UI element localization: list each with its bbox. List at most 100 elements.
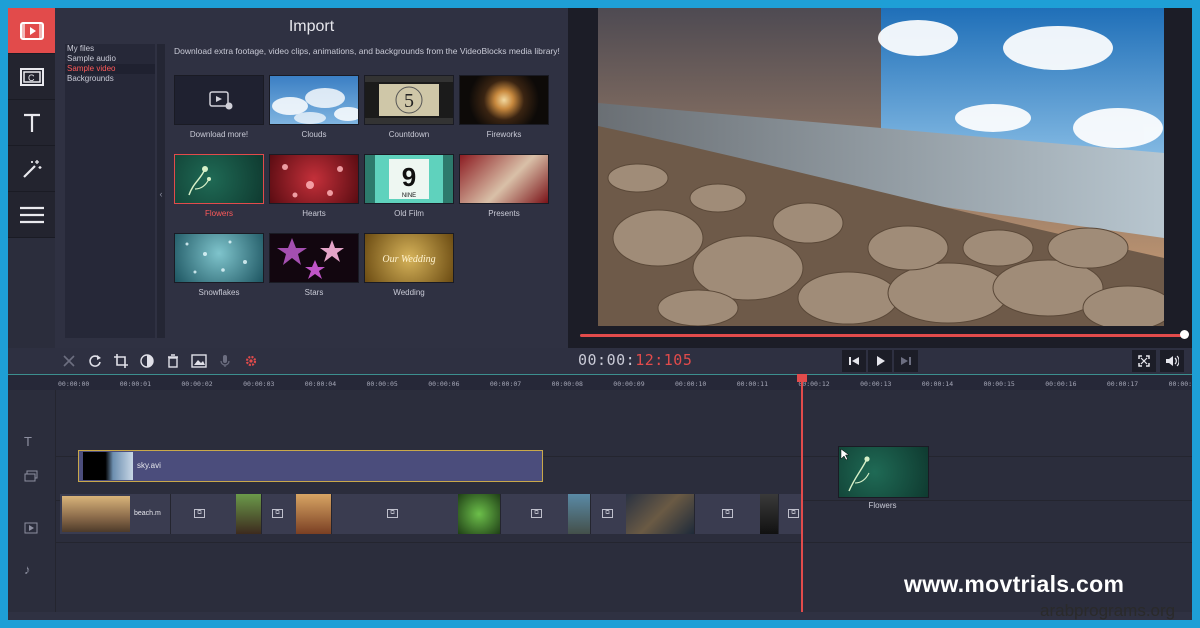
snowflakes-thumb — [174, 233, 264, 283]
rotate-icon[interactable] — [84, 351, 106, 371]
transition-icon[interactable]: ⧉ — [602, 509, 613, 518]
tile-old-film[interactable]: 9 NINE Old Film — [364, 154, 454, 218]
tile-wedding[interactable]: Our Wedding Wedding — [364, 233, 454, 297]
ruler-tick: 00:00:08 — [551, 380, 583, 388]
oldfilm-word: NINE — [402, 193, 416, 199]
video-clip[interactable] — [458, 494, 501, 534]
category-sample-audio[interactable]: Sample audio — [65, 54, 155, 64]
fullscreen-icon[interactable] — [1132, 350, 1156, 372]
overlay-clip[interactable]: sky.avi — [78, 450, 543, 482]
overlay-clip-thumb — [83, 452, 133, 480]
skip-back-icon[interactable] — [842, 350, 866, 372]
category-backgrounds[interactable]: Backgrounds — [65, 74, 155, 84]
cut-icon[interactable] — [58, 351, 80, 371]
color-adjust-icon[interactable] — [136, 351, 158, 371]
transition-icon[interactable]: ⧉ — [722, 509, 733, 518]
category-scrollbar[interactable]: ‹ — [157, 44, 165, 338]
play-icon[interactable] — [868, 350, 892, 372]
video-clip[interactable] — [296, 494, 332, 534]
transition-icon[interactable]: ⧉ — [194, 509, 205, 518]
tile-label: Hearts — [302, 209, 326, 218]
ruler-tick: 00:00:00 — [58, 380, 90, 388]
timecode-main: 00:00: — [578, 351, 636, 369]
app-window: C Import My files Sample audio Sample vi… — [8, 8, 1192, 620]
tile-hearts[interactable]: Hearts — [269, 154, 359, 218]
tile-label: Presents — [488, 209, 520, 218]
collapse-chevron-icon[interactable]: ‹ — [157, 184, 165, 204]
ruler-tick: 00:00:02 — [181, 380, 213, 388]
text-icon[interactable] — [8, 100, 55, 146]
wedding-script: Our Wedding — [382, 254, 435, 265]
dragged-flowers-clip[interactable] — [838, 446, 929, 498]
tile-label: Old Film — [394, 209, 424, 218]
menu-icon[interactable] — [8, 192, 55, 238]
category-sample-video[interactable]: Sample video — [65, 64, 155, 74]
main-video-track: beach.m ⧉ ⧉ ⧉ ⧉ ⧉ ⧉ ⧉ — [60, 494, 802, 534]
import-description: Download extra footage, video clips, ani… — [174, 46, 560, 56]
video-clip[interactable] — [236, 494, 262, 534]
ruler-tick: 00:00:04 — [304, 380, 337, 388]
countdown-thumb: 5 — [364, 75, 454, 125]
overlay-track-icon — [24, 470, 38, 485]
audio-icon[interactable] — [214, 351, 236, 371]
seek-knob[interactable] — [1180, 330, 1189, 339]
transition-icon[interactable]: ⧉ — [788, 509, 799, 518]
volume-icon[interactable] — [1160, 350, 1184, 372]
countdown-digit: 5 — [404, 90, 414, 112]
ruler-tick: 00:00:13 — [860, 380, 892, 388]
import-panel: Import My files Sample audio Sample vide… — [55, 8, 568, 348]
edit-buttons — [58, 351, 262, 371]
text-track-icon: T — [24, 434, 32, 449]
preview-panel — [568, 8, 1192, 348]
tile-flowers[interactable]: Flowers — [174, 154, 264, 218]
magic-wand-icon[interactable] — [8, 146, 55, 192]
tile-download-more[interactable]: Download more! — [174, 75, 264, 139]
tile-fireworks[interactable]: Fireworks — [459, 75, 549, 139]
settings-icon[interactable] — [240, 351, 262, 371]
tile-countdown[interactable]: 5 Countdown — [364, 75, 454, 139]
tile-label: Clouds — [301, 130, 327, 139]
track-divider — [55, 542, 1192, 543]
delete-icon[interactable] — [162, 351, 184, 371]
oldfilm-thumb: 9 NINE — [364, 154, 454, 204]
transition-icon[interactable]: ⧉ — [387, 509, 398, 518]
wedding-thumb: Our Wedding — [364, 233, 454, 283]
skip-forward-icon[interactable] — [894, 350, 918, 372]
tile-label: Wedding — [393, 288, 425, 297]
category-my-files[interactable]: My files — [65, 44, 155, 54]
ruler-tick: 00:00:18 — [1168, 380, 1192, 388]
preview-seekbar[interactable] — [580, 330, 1189, 339]
fireworks-thumb — [459, 75, 549, 125]
tile-label: Countdown — [388, 130, 430, 139]
image-icon[interactable] — [188, 351, 210, 371]
video-clip[interactable] — [568, 494, 591, 534]
presents-thumb — [459, 154, 549, 204]
flowers-thumb — [174, 154, 264, 204]
timeline-playhead[interactable] — [797, 374, 807, 614]
tile-presents[interactable]: Presents — [459, 154, 549, 218]
watermark-primary: www.movtrials.com — [904, 571, 1125, 597]
video-clip[interactable] — [626, 494, 695, 534]
preview-frame[interactable] — [598, 8, 1164, 326]
status-bar — [8, 612, 1192, 620]
ruler-tick: 00:00:07 — [489, 380, 522, 388]
filmstrip-icon[interactable]: C — [8, 54, 55, 100]
video-clip-icon[interactable] — [8, 8, 55, 54]
tile-label: Flowers — [204, 209, 233, 218]
transition-icon[interactable]: ⧉ — [531, 509, 542, 518]
transition-icon[interactable]: ⧉ — [272, 509, 283, 518]
playhead-handle[interactable] — [797, 374, 807, 382]
tile-label: Snowflakes — [198, 288, 240, 297]
tile-clouds[interactable]: Clouds — [269, 75, 359, 139]
hearts-thumb — [269, 154, 359, 204]
video-clip-beach[interactable]: beach.m — [60, 494, 171, 534]
track-headers: T ♪ — [8, 390, 56, 612]
ruler-tick: 00:00:09 — [613, 380, 645, 388]
tile-snowflakes[interactable]: Snowflakes — [174, 233, 264, 297]
ruler-tick: 00:00:05 — [366, 380, 398, 388]
timeline-ruler[interactable]: 00:00:00 00:00:01 00:00:02 00:00:03 00:00:04… — [8, 374, 1192, 391]
crop-icon[interactable] — [110, 351, 132, 371]
category-list: My files Sample audio Sample video Backg… — [65, 44, 155, 338]
video-clip[interactable] — [760, 494, 779, 534]
tile-stars[interactable]: Stars — [269, 233, 359, 297]
